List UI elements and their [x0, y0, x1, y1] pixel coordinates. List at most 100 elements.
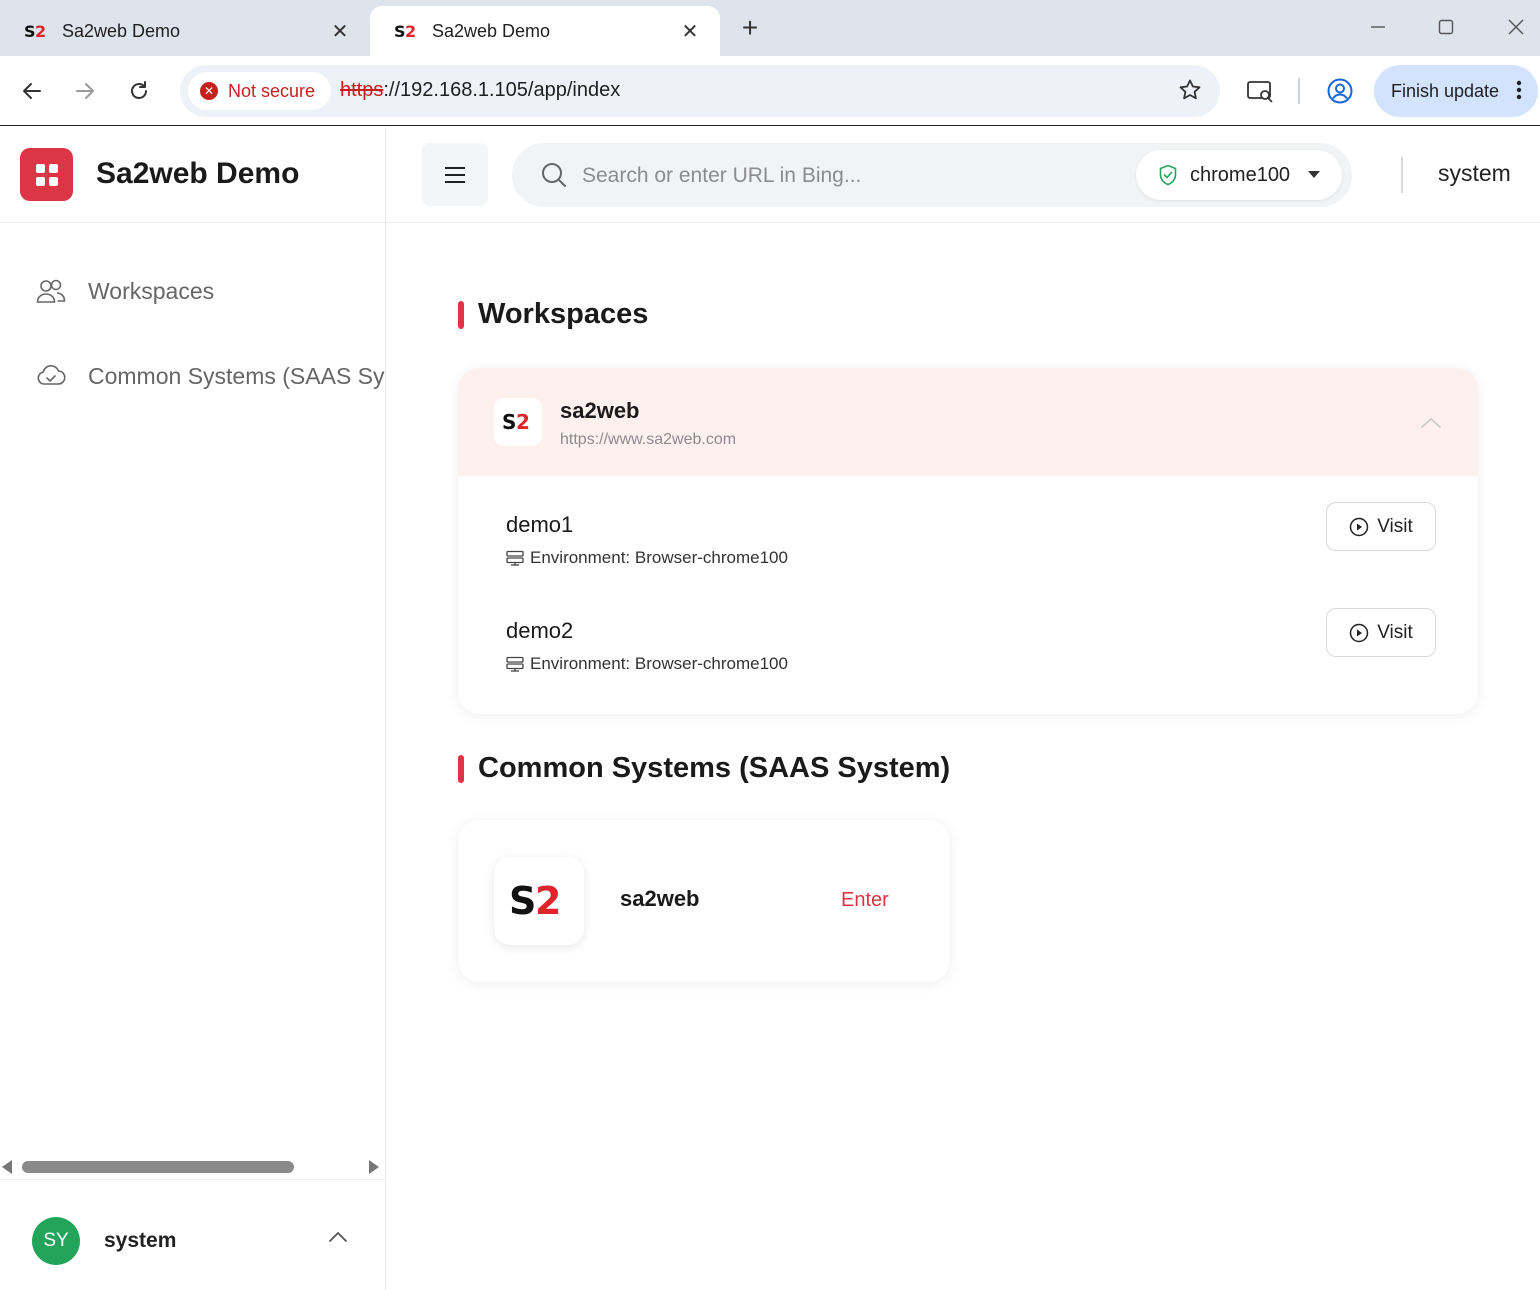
workspace-environment: Environment: Browser-chrome100: [506, 548, 788, 568]
search-icon: [540, 161, 568, 194]
workspace-group-url: https://www.sa2web.com: [560, 431, 737, 448]
environment-text: Environment: Browser-chrome100: [530, 654, 788, 673]
minimize-icon[interactable]: [1356, 10, 1400, 44]
topbar-divider: [1401, 157, 1403, 193]
forward-arrow-icon[interactable]: [67, 73, 103, 109]
title-accent-bar: [458, 754, 464, 783]
menu-toggle-button[interactable]: [422, 143, 488, 206]
tab-title: Sa2web Demo: [432, 20, 551, 41]
security-chip[interactable]: ✕ Not secure: [188, 72, 332, 110]
hamburger-icon: [445, 166, 465, 183]
finish-update-label: Finish update: [1391, 80, 1500, 101]
workspace-environment: Environment: Browser-chrome100: [506, 654, 788, 674]
scroll-left-arrow-icon[interactable]: [2, 1160, 12, 1174]
avatar: SY: [32, 1217, 80, 1265]
user-name: system: [104, 1229, 177, 1252]
browser-tabstrip: S2 Sa2web Demo ✕ S2 Sa2web Demo ✕ +: [0, 0, 1540, 56]
sidebar-user-panel[interactable]: SY system: [0, 1179, 385, 1290]
visit-label: Visit: [1377, 515, 1413, 537]
workspace-group-header[interactable]: S2 sa2web https://www.sa2web.com: [458, 368, 1478, 476]
svg-text:2: 2: [535, 881, 561, 921]
environment-value: chrome100: [1190, 163, 1291, 186]
app-topbar: Search or enter URL in Bing... chrome100…: [386, 127, 1540, 223]
tab-close-icon[interactable]: ✕: [676, 17, 704, 45]
cast-search-icon[interactable]: [1242, 73, 1278, 109]
environment-icon: [506, 550, 524, 566]
url-scheme: https: [340, 79, 384, 101]
svg-text:S: S: [394, 22, 406, 40]
profile-icon[interactable]: [1322, 73, 1358, 109]
security-chip-label: Not secure: [228, 80, 316, 101]
sidebar: Sa2web Demo Workspaces Common Systems (S…: [0, 127, 386, 1290]
visit-button[interactable]: Visit: [1326, 608, 1436, 657]
new-tab-icon[interactable]: +: [734, 12, 766, 44]
sidebar-item-common-systems[interactable]: Common Systems (SAAS System): [0, 346, 385, 406]
sidebar-item-label: Workspaces: [88, 277, 215, 304]
workspace-name: demo1: [506, 512, 574, 537]
browser-toolbar: ✕ Not secure https://192.168.1.105/app/i…: [0, 56, 1540, 126]
play-circle-icon: [1349, 623, 1369, 643]
warning-icon: ✕: [200, 82, 218, 100]
svg-text:2: 2: [405, 22, 416, 40]
environment-select[interactable]: chrome100: [1136, 150, 1342, 200]
workspace-row: demo2 Environment: Browser-chrome100 Vis…: [506, 608, 1436, 698]
workspace-row: demo1 Environment: Browser-chrome100 Vis…: [506, 502, 1436, 592]
kebab-menu-icon[interactable]: [1516, 79, 1522, 106]
environment-text: Environment: Browser-chrome100: [530, 548, 788, 567]
visit-button[interactable]: Visit: [1326, 502, 1436, 551]
app-grid-logo-icon: [20, 148, 73, 201]
scroll-right-arrow-icon[interactable]: [369, 1160, 379, 1174]
url-text[interactable]: https://192.168.1.105/app/index: [340, 79, 620, 102]
svg-text:2: 2: [35, 22, 46, 40]
shield-check-icon: [1158, 164, 1178, 186]
cloud-icon: [36, 363, 66, 389]
workspace-group-name: sa2web: [560, 398, 640, 423]
tab-title: Sa2web Demo: [62, 20, 181, 41]
window-close-icon[interactable]: [1494, 10, 1538, 44]
finish-update-button[interactable]: Finish update: [1374, 65, 1538, 117]
section-title-text: Workspaces: [478, 298, 649, 330]
search-input[interactable]: Search or enter URL in Bing...: [582, 164, 861, 188]
browser-tab-1[interactable]: S2 Sa2web Demo ✕: [0, 6, 370, 56]
topbar-user-name[interactable]: system: [1438, 160, 1511, 187]
search-bar[interactable]: Search or enter URL in Bing... chrome100: [512, 143, 1352, 207]
reload-icon[interactable]: [121, 73, 157, 109]
tab-close-icon[interactable]: ✕: [326, 17, 354, 45]
workspaces-section-title: Workspaces: [458, 298, 648, 331]
s2-logo-icon: S2: [494, 857, 584, 945]
back-arrow-icon[interactable]: [14, 73, 50, 109]
maximize-icon[interactable]: [1424, 10, 1468, 44]
sidebar-item-workspaces[interactable]: Workspaces: [0, 261, 385, 321]
browser-tab-2[interactable]: S2 Sa2web Demo ✕: [370, 6, 720, 56]
system-name: sa2web: [620, 886, 700, 911]
main-content: Workspaces S2 sa2web https://www.sa2web.…: [386, 224, 1540, 1290]
workspace-name: demo2: [506, 618, 574, 643]
visit-label: Visit: [1377, 621, 1413, 643]
url-rest: ://192.168.1.105/app/index: [383, 79, 621, 101]
svg-text:S: S: [24, 22, 36, 40]
caret-down-icon: [1308, 171, 1320, 178]
users-icon: [36, 278, 66, 304]
s2-logo-icon: S2: [494, 398, 542, 446]
svg-text:2: 2: [516, 411, 530, 433]
address-bar[interactable]: ✕ Not secure https://192.168.1.105/app/i…: [180, 65, 1220, 117]
s2-favicon-icon: S2: [394, 21, 420, 41]
toolbar-divider: [1298, 78, 1300, 104]
common-systems-section-title: Common Systems (SAAS System): [458, 752, 950, 785]
s2-favicon-icon: S2: [24, 21, 50, 41]
workspace-group-card: S2 sa2web https://www.sa2web.com demo1 E…: [458, 368, 1478, 714]
enter-link[interactable]: Enter: [841, 889, 889, 912]
brand-name: Sa2web Demo: [96, 157, 300, 190]
svg-text:S: S: [509, 881, 536, 921]
scrollbar-thumb[interactable]: [22, 1161, 294, 1173]
play-circle-icon: [1349, 517, 1369, 537]
bookmark-star-icon[interactable]: [1178, 78, 1202, 107]
chevron-up-icon[interactable]: [328, 1230, 348, 1248]
chevron-up-icon[interactable]: [1420, 416, 1442, 434]
sidebar-item-label: Common Systems (SAAS System): [88, 362, 385, 389]
brand-header: Sa2web Demo: [0, 127, 385, 223]
title-accent-bar: [458, 300, 464, 329]
system-card[interactable]: S2 sa2web Enter: [458, 820, 950, 982]
environment-icon: [506, 656, 524, 672]
sidebar-horizontal-scrollbar[interactable]: [0, 1156, 385, 1178]
